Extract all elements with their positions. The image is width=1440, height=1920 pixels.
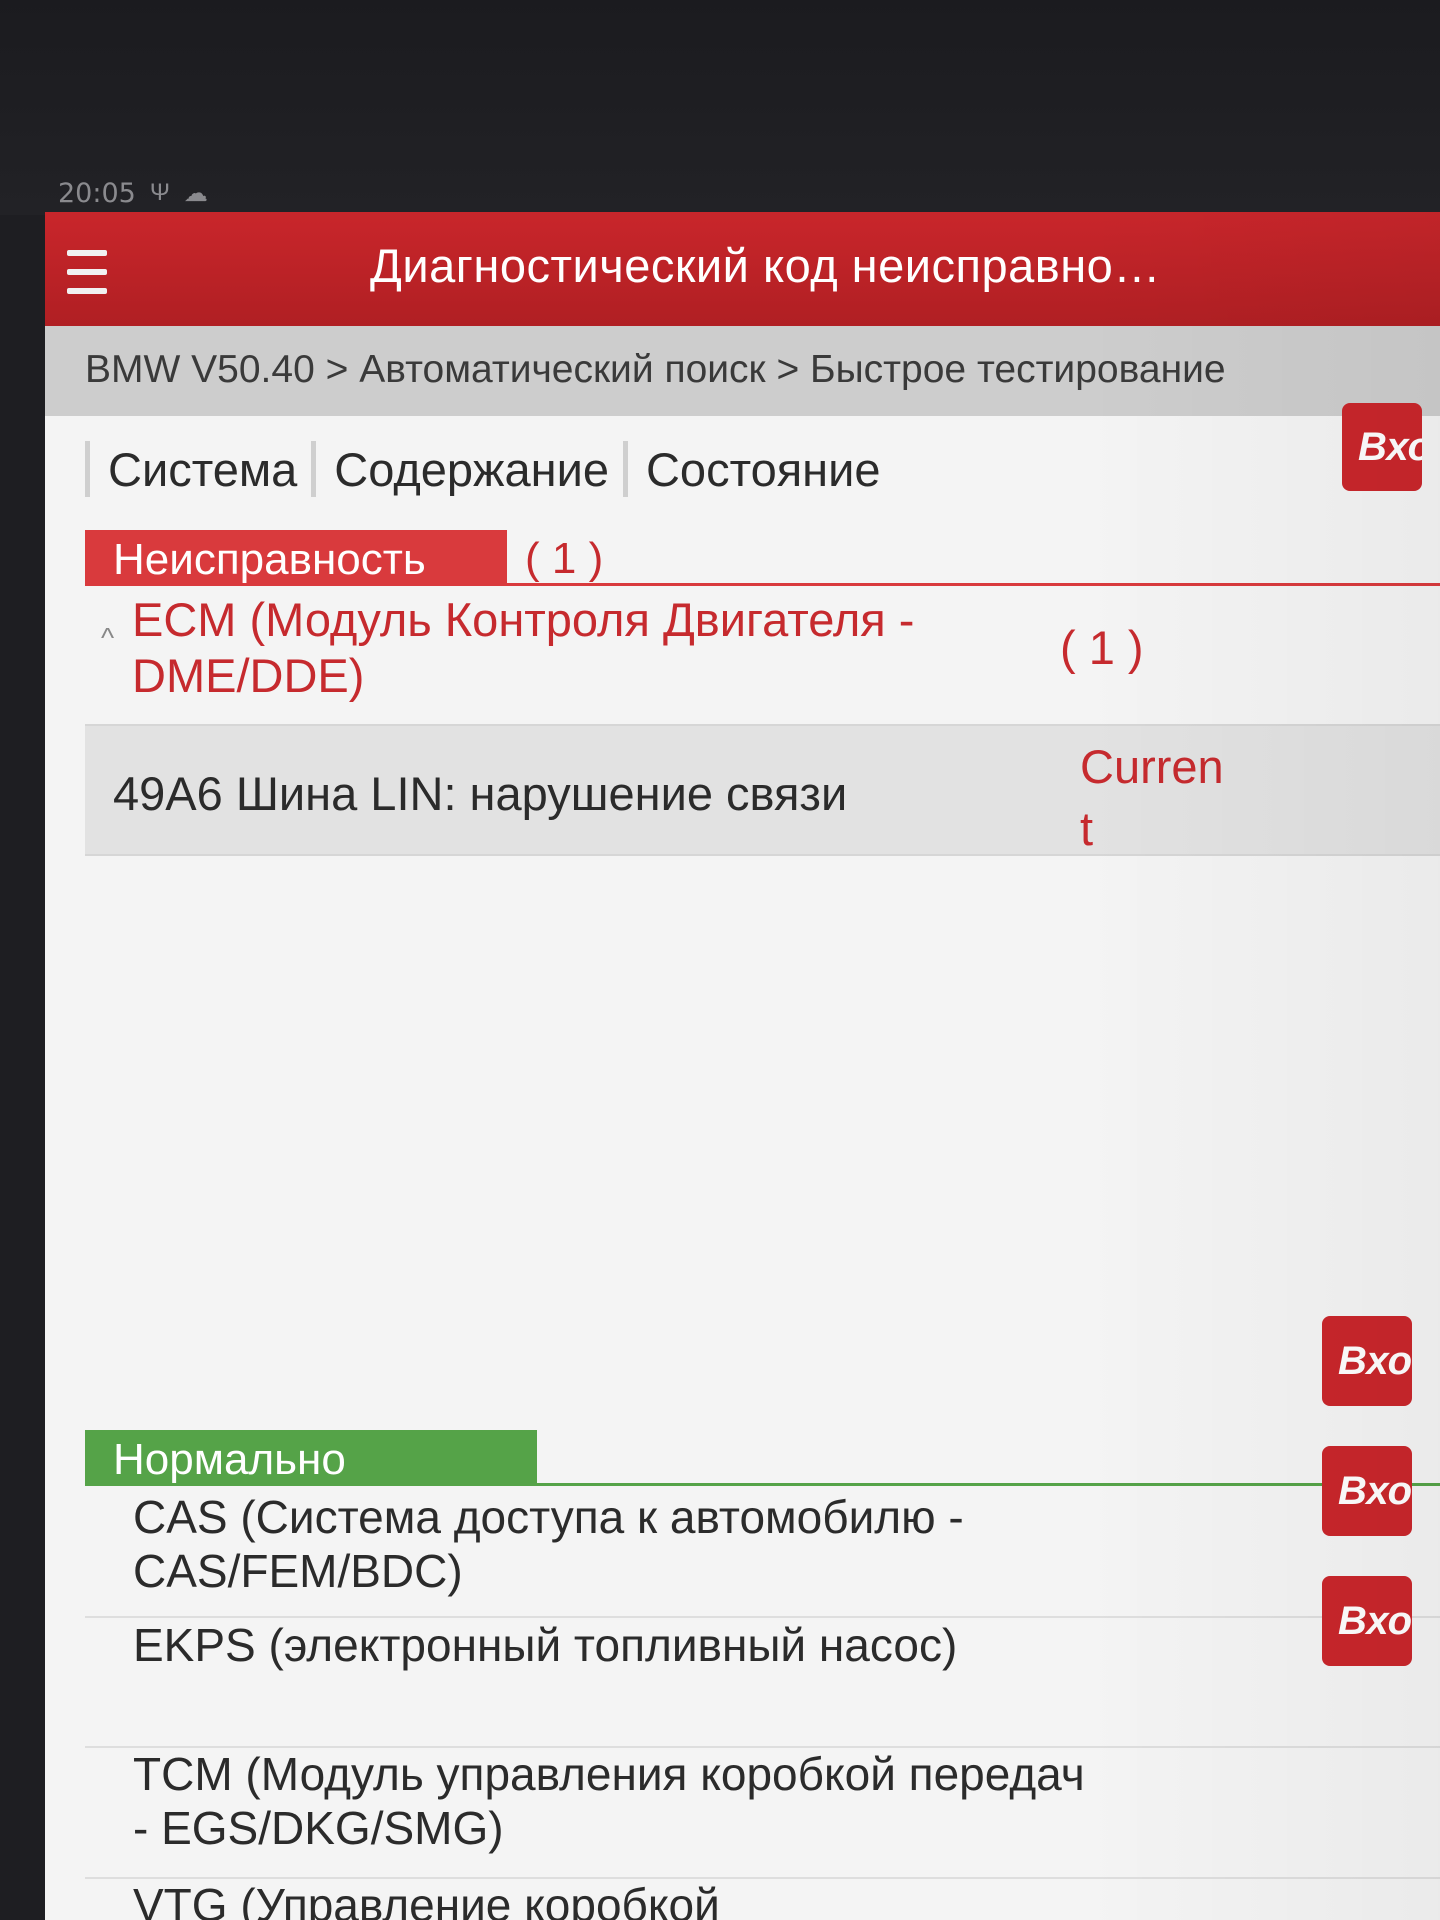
tab-status[interactable]: Состояние	[622, 441, 895, 497]
ecm-enter-button[interactable]: Вход	[1342, 403, 1422, 491]
cloud-icon: ☁	[183, 179, 208, 207]
fault-count: ( 1 )	[525, 534, 604, 583]
collapse-caret-icon[interactable]: ^	[101, 622, 114, 654]
system-name: VTG (Управление коробкой	[133, 1879, 720, 1920]
fault-system-count: ( 1 )	[1060, 621, 1144, 674]
system-name: CAS (Система доступа к автомобилю - CAS/…	[133, 1491, 964, 1597]
device-bezel	[0, 0, 1440, 215]
fault-system-name: ECM (Модуль Контроля Двигателя - DME/DDE…	[132, 593, 915, 702]
list-item: VTG (Управление коробкой	[85, 1878, 1440, 1920]
ekps-enter-button[interactable]: Вход	[1322, 1446, 1412, 1536]
fault-divider	[85, 583, 1440, 586]
usb-icon: Ψ	[149, 179, 170, 206]
tab-system[interactable]: Система	[85, 441, 311, 497]
tcm-enter-button[interactable]: Вход	[1322, 1576, 1412, 1666]
normal-section-header: Нормально	[85, 1430, 1440, 1486]
column-tabs: Система Содержание Состояние	[85, 434, 895, 504]
app-screen: Диагностический код неисправно… BMW V50.…	[45, 212, 1440, 1920]
list-item: EKPS (электронный топливный насос)	[85, 1618, 1440, 1748]
tab-content[interactable]: Содержание	[311, 441, 623, 497]
list-item: TCM (Модуль управления коробкой передач …	[85, 1747, 1440, 1879]
fault-section-header: Неисправность ( 1 )	[85, 530, 1440, 586]
dtc-status: Current	[1080, 740, 1224, 855]
hamburger-menu-icon[interactable]	[67, 250, 107, 294]
fault-system-row[interactable]: ^ ECM (Модуль Контроля Двигателя - DME/D…	[85, 592, 1440, 702]
system-name: EKPS (электронный топливный насос)	[133, 1619, 958, 1671]
status-bar: 20:05 Ψ ☁	[58, 173, 208, 213]
normal-divider	[85, 1483, 1440, 1486]
normal-section-label: Нормально	[85, 1430, 537, 1486]
dtc-code: 49A6 Шина LIN: нарушение связи	[113, 767, 848, 820]
status-time: 20:05	[58, 177, 136, 209]
system-name: TCM (Модуль управления коробкой передач …	[133, 1748, 1085, 1854]
list-item: CAS (Система доступа к автомобилю - CAS/…	[85, 1490, 1440, 1618]
page-title: Диагностический код неисправно…	[370, 239, 1161, 292]
cas-enter-button[interactable]: Вход	[1322, 1316, 1412, 1406]
breadcrumb-text: BMW V50.40 > Автоматический поиск > Быст…	[85, 348, 1226, 391]
app-header: Диагностический код неисправно…	[45, 212, 1440, 326]
breadcrumb: BMW V50.40 > Автоматический поиск > Быст…	[45, 326, 1440, 416]
fault-section-label: Неисправность	[85, 530, 507, 586]
dtc-row[interactable]: 49A6 Шина LIN: нарушение связи Current	[85, 724, 1440, 856]
